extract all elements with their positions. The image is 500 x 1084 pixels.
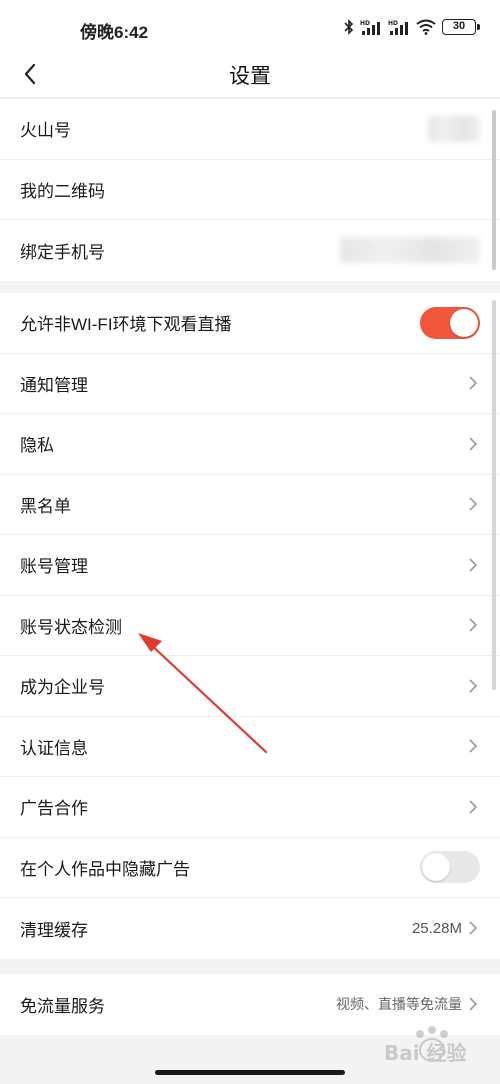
toggle-knob	[422, 853, 450, 882]
status-time: 傍晚6:42	[80, 23, 149, 42]
status-icons: HD HD 30	[344, 17, 480, 37]
row-non-wifi-live: 允许非WI-FI环境下观看直播	[0, 293, 500, 354]
row-clear-cache[interactable]: 清理缓存 25.28M	[0, 898, 500, 959]
non-wifi-live-toggle[interactable]	[420, 306, 480, 339]
row-qr-code[interactable]: 我的二维码	[0, 160, 500, 220]
nav-bar: 设置	[0, 50, 500, 98]
watermark-logo: Bai 经验	[362, 1024, 492, 1074]
row-label: 清理缓存	[20, 920, 88, 940]
watermark-text: Bai 经验	[384, 1041, 467, 1065]
chevron-right-icon	[469, 921, 478, 935]
row-verification-info[interactable]: 认证信息	[0, 717, 500, 777]
chevron-right-icon	[469, 558, 478, 572]
svg-text:HD: HD	[360, 20, 370, 27]
chevron-right-icon	[469, 679, 478, 693]
scrollbar-track[interactable]	[492, 300, 496, 690]
chevron-right-icon	[469, 800, 478, 814]
row-account-management[interactable]: 账号管理	[0, 535, 500, 596]
row-become-enterprise[interactable]: 成为企业号	[0, 656, 500, 717]
wifi-icon	[416, 19, 436, 35]
row-hide-ads: 在个人作品中隐藏广告	[0, 838, 500, 898]
row-label: 通知管理	[20, 375, 88, 395]
hd-signal-icon: HD	[388, 20, 408, 35]
chevron-right-icon	[469, 997, 478, 1011]
battery-icon: 30	[442, 19, 480, 35]
row-ad-cooperation[interactable]: 广告合作	[0, 777, 500, 838]
chevron-right-icon	[469, 437, 478, 451]
toggle-knob	[450, 308, 478, 337]
row-volcano-id[interactable]: 火山号	[0, 99, 500, 160]
row-privacy[interactable]: 隐私	[0, 414, 500, 475]
blurred-value	[428, 115, 480, 142]
status-bar: 傍晚6:42 HD HD 30	[0, 0, 500, 50]
row-label: 黑名单	[20, 496, 71, 516]
svg-text:HD: HD	[388, 20, 398, 27]
row-label: 我的二维码	[20, 181, 105, 201]
traffic-free-value: 视频、直播等免流量	[336, 996, 462, 1013]
hide-ads-toggle[interactable]	[420, 851, 480, 884]
row-label: 账号状态检测	[20, 617, 122, 637]
row-blacklist[interactable]: 黑名单	[0, 475, 500, 535]
row-label: 允许非WI-FI环境下观看直播	[20, 315, 232, 335]
account-section: 火山号 我的二维码 绑定手机号	[0, 99, 500, 281]
row-account-status-check[interactable]: 账号状态检测	[0, 596, 500, 656]
chevron-right-icon	[469, 618, 478, 632]
row-label: 在个人作品中隐藏广告	[20, 859, 190, 879]
hd-signal-icon: HD	[360, 20, 380, 35]
home-indicator[interactable]	[155, 1070, 345, 1075]
settings-section: 允许非WI-FI环境下观看直播 通知管理 隐私 黑名单 账号管理 账号状态检测 …	[0, 293, 500, 959]
row-notification-management[interactable]: 通知管理	[0, 354, 500, 414]
row-label: 免流量服务	[20, 996, 105, 1016]
chevron-right-icon	[469, 739, 478, 753]
chevron-right-icon	[469, 497, 478, 511]
row-label: 成为企业号	[20, 678, 105, 698]
row-label: 绑定手机号	[20, 242, 105, 262]
row-label: 广告合作	[20, 799, 88, 819]
chevron-right-icon	[469, 376, 478, 390]
row-label: 火山号	[20, 121, 71, 141]
blurred-value	[340, 237, 480, 264]
row-label: 隐私	[20, 436, 54, 456]
row-bind-phone[interactable]: 绑定手机号	[0, 220, 500, 281]
cache-size-value: 25.28M	[411, 919, 462, 937]
row-label: 认证信息	[20, 738, 88, 758]
row-label: 账号管理	[20, 557, 88, 577]
page-title: 设置	[229, 65, 271, 88]
scrollbar-thumb[interactable]	[492, 110, 496, 270]
bluetooth-icon	[344, 19, 354, 35]
